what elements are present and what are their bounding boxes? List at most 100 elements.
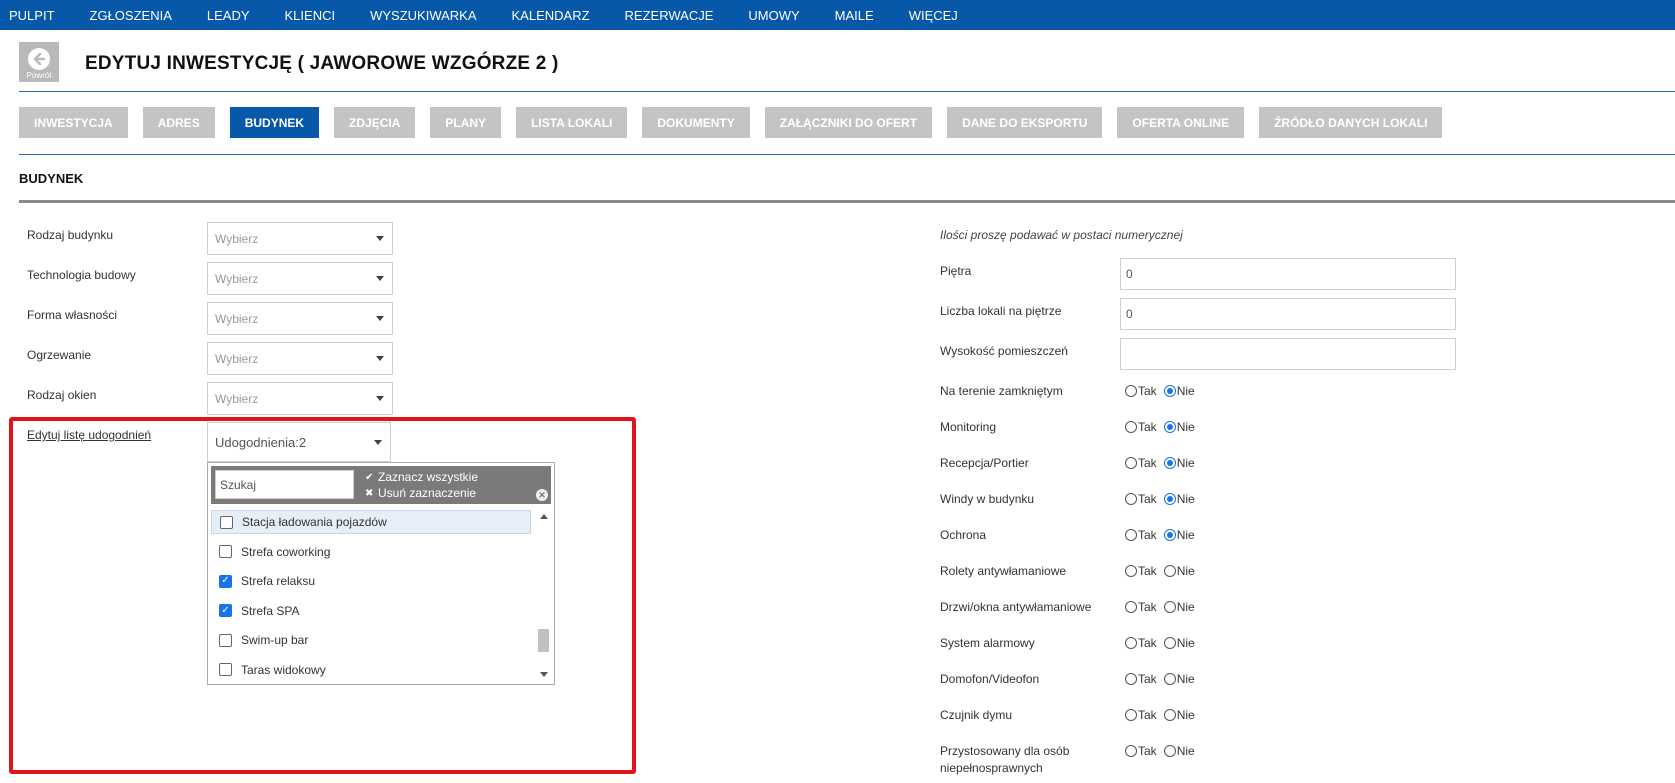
radio-yes-option[interactable]: Tak bbox=[1125, 744, 1157, 758]
tab-dane-do-eksportu[interactable]: DANE DO EKSPORTU bbox=[947, 107, 1103, 138]
clear-selection-button[interactable]: ✖ Usuń zaznaczenie bbox=[365, 486, 476, 500]
radio-no[interactable] bbox=[1163, 385, 1176, 397]
radio-no[interactable] bbox=[1163, 745, 1176, 757]
radio-yes[interactable] bbox=[1125, 637, 1137, 649]
radio-yes[interactable] bbox=[1125, 493, 1137, 505]
radio-yes[interactable] bbox=[1125, 385, 1137, 397]
radio-no[interactable] bbox=[1163, 457, 1176, 469]
list-item[interactable]: Stacja ładowania pojazdów bbox=[211, 510, 531, 534]
radio-no-option[interactable]: Nie bbox=[1163, 636, 1195, 650]
checkbox[interactable]: ✓ bbox=[219, 574, 232, 588]
tab-adres[interactable]: ADRES bbox=[142, 107, 215, 138]
scroll-down-icon[interactable] bbox=[540, 672, 548, 677]
list-item[interactable]: ✓ Strefa relaksu bbox=[211, 567, 531, 597]
radio-no-label: Nie bbox=[1176, 384, 1195, 398]
radio-yes-option[interactable]: Tak bbox=[1125, 636, 1157, 650]
nav-item-pulpit[interactable]: PULPIT bbox=[9, 8, 55, 23]
checkbox[interactable] bbox=[219, 633, 232, 647]
window-type-select[interactable]: Wybierz bbox=[207, 382, 393, 415]
nav-item-leady[interactable]: LEADY bbox=[207, 8, 250, 23]
radio-yes-option[interactable]: Tak bbox=[1125, 384, 1157, 398]
scrollbar[interactable] bbox=[536, 508, 551, 683]
tab-inwestycja[interactable]: INWESTYCJA bbox=[19, 107, 128, 138]
list-item[interactable]: ✓ Strefa SPA bbox=[211, 596, 531, 626]
radio-yes-label: Tak bbox=[1138, 672, 1157, 686]
tab-oferta-online[interactable]: OFERTA ONLINE bbox=[1117, 107, 1245, 138]
radio-yes[interactable] bbox=[1125, 601, 1137, 613]
radio-no-option[interactable]: Nie bbox=[1163, 564, 1195, 578]
tab-zdjecia[interactable]: ZDJĘCIA bbox=[334, 107, 416, 138]
radio-yes[interactable] bbox=[1125, 745, 1137, 757]
radio-no[interactable] bbox=[1163, 637, 1176, 649]
radio-yes-option[interactable]: Tak bbox=[1125, 492, 1157, 506]
tab-zrodlo-danych[interactable]: ŹRÓDŁO DANYCH LOKALI bbox=[1259, 107, 1443, 138]
radio-yes[interactable] bbox=[1125, 565, 1137, 577]
radio-no[interactable] bbox=[1163, 709, 1176, 721]
radio-yes-option[interactable]: Tak bbox=[1125, 564, 1157, 578]
radio-yes-option[interactable]: Tak bbox=[1125, 708, 1157, 722]
tab-plany[interactable]: PLANY bbox=[430, 107, 502, 138]
nav-item-wyszukiwarka[interactable]: WYSZUKIWARKA bbox=[370, 8, 476, 23]
nav-item-wiecej[interactable]: WIĘCEJ bbox=[909, 8, 958, 23]
radio-no-option[interactable]: Nie bbox=[1163, 420, 1195, 434]
room-height-input[interactable] bbox=[1120, 338, 1456, 370]
amenities-select[interactable]: Udogodnienia:2 bbox=[207, 422, 391, 462]
yes-no-radio-group: Tak Nie bbox=[1125, 744, 1202, 758]
nav-item-kalendarz[interactable]: KALENDARZ bbox=[512, 8, 590, 23]
checkbox[interactable] bbox=[219, 545, 232, 559]
radio-no[interactable] bbox=[1163, 493, 1176, 505]
construction-technology-select[interactable]: Wybierz bbox=[207, 262, 393, 295]
list-item[interactable]: Strefa coworking bbox=[211, 537, 531, 567]
radio-yes-option[interactable]: Tak bbox=[1125, 456, 1157, 470]
nav-item-umowy[interactable]: UMOWY bbox=[748, 8, 799, 23]
radio-no-option[interactable]: Nie bbox=[1163, 600, 1195, 614]
floors-input[interactable] bbox=[1120, 258, 1456, 290]
radio-yes-option[interactable]: Tak bbox=[1125, 528, 1157, 542]
checkbox[interactable] bbox=[220, 515, 233, 529]
radio-no[interactable] bbox=[1163, 529, 1176, 541]
nav-item-zgloszenia[interactable]: ZGŁOSZENIA bbox=[90, 8, 172, 23]
building-type-select[interactable]: Wybierz bbox=[207, 222, 393, 255]
radio-no-option[interactable]: Nie bbox=[1163, 708, 1195, 722]
radio-no-option[interactable]: Nie bbox=[1163, 528, 1195, 542]
tab-lista-lokali[interactable]: LISTA LOKALI bbox=[516, 107, 628, 138]
nav-item-maile[interactable]: MAILE bbox=[835, 8, 874, 23]
field-label: Rodzaj budynku bbox=[27, 228, 114, 242]
units-per-floor-input[interactable] bbox=[1120, 298, 1456, 330]
radio-no-option[interactable]: Nie bbox=[1163, 456, 1195, 470]
search-input[interactable] bbox=[215, 470, 354, 499]
nav-item-klienci[interactable]: KLIENCI bbox=[285, 8, 336, 23]
list-item[interactable]: Taras widokowy bbox=[211, 655, 531, 683]
ownership-form-select[interactable]: Wybierz bbox=[207, 302, 393, 335]
tab-zalaczniki[interactable]: ZAŁĄCZNIKI DO OFERT bbox=[764, 107, 933, 138]
checkbox[interactable]: ✓ bbox=[219, 604, 232, 618]
radio-yes-option[interactable]: Tak bbox=[1125, 600, 1157, 614]
radio-no-option[interactable]: Nie bbox=[1163, 384, 1195, 398]
scrollbar-thumb[interactable] bbox=[538, 629, 549, 652]
radio-yes[interactable] bbox=[1125, 673, 1137, 685]
radio-no-option[interactable]: Nie bbox=[1163, 744, 1195, 758]
radio-no-option[interactable]: Nie bbox=[1163, 492, 1195, 506]
edit-amenities-link[interactable]: Edytuj listę udogodnień bbox=[27, 428, 151, 442]
list-item[interactable]: Swim-up bar bbox=[211, 626, 531, 656]
close-circle-icon[interactable]: ✕ bbox=[536, 489, 548, 501]
back-button[interactable]: Powrót bbox=[19, 42, 59, 82]
radio-no-option[interactable]: Nie bbox=[1163, 672, 1195, 686]
radio-yes[interactable] bbox=[1125, 709, 1137, 721]
heating-select[interactable]: Wybierz bbox=[207, 342, 393, 375]
radio-yes-option[interactable]: Tak bbox=[1125, 672, 1157, 686]
checkbox[interactable] bbox=[219, 663, 232, 677]
radio-yes-option[interactable]: Tak bbox=[1125, 420, 1157, 434]
radio-yes[interactable] bbox=[1125, 421, 1137, 433]
radio-no[interactable] bbox=[1163, 601, 1176, 613]
radio-yes[interactable] bbox=[1125, 529, 1137, 541]
radio-yes[interactable] bbox=[1125, 457, 1137, 469]
scroll-up-icon[interactable] bbox=[540, 514, 548, 519]
nav-item-rezerwacje[interactable]: REZERWACJE bbox=[625, 8, 714, 23]
tab-budynek[interactable]: BUDYNEK bbox=[229, 107, 320, 138]
tab-dokumenty[interactable]: DOKUMENTY bbox=[642, 107, 750, 138]
radio-no[interactable] bbox=[1163, 565, 1176, 577]
select-all-button[interactable]: ✔ Zaznacz wszystkie bbox=[365, 470, 478, 484]
radio-no[interactable] bbox=[1163, 673, 1176, 685]
radio-no[interactable] bbox=[1163, 421, 1176, 433]
